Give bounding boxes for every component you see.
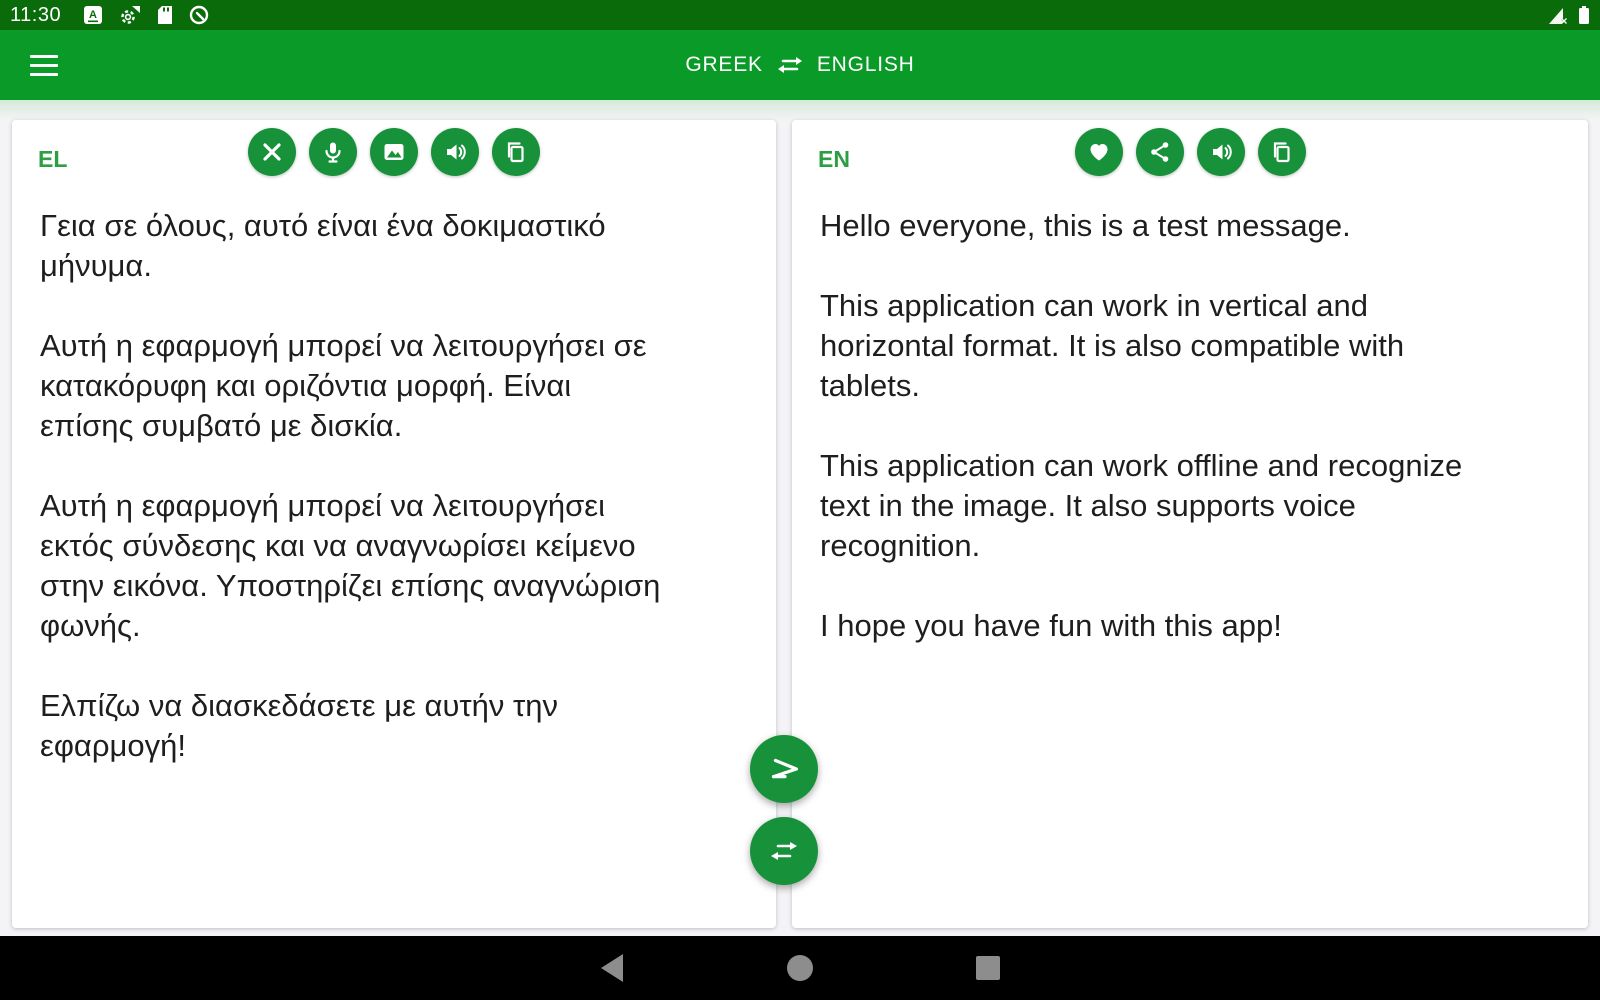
target-language-label[interactable]: ENGLISH [817,53,915,77]
app-bar-shadow [0,100,1600,120]
speaker-button-translation[interactable] [1197,128,1245,176]
copy-button-translation[interactable] [1258,128,1306,176]
source-paragraph: Αυτή η εφαρμογή μπορεί να λειτουργήσει σ… [40,326,750,446]
status-bar-notification-icons: A [83,5,209,25]
swap-panels-icon [769,838,799,864]
translation-paragraph: I hope you have fun with this app! [820,606,1562,646]
battery-icon [1578,5,1590,25]
speaker-button-source[interactable] [431,128,479,176]
recents-button[interactable] [958,944,1018,992]
source-paragraph: Ελπίζω να διασκεδάσετε με αυτήν την εφαρ… [40,686,750,766]
status-bar: 11:30 A [0,0,1600,30]
translate-notification-icon: A [83,5,103,25]
translation-panel-header: EN [792,120,1588,204]
translation-paragraph: This application can work offline and re… [820,446,1562,566]
sd-card-icon [157,5,173,25]
app-bar: GREEK ENGLISH [0,30,1600,100]
image-ocr-button[interactable] [370,128,418,176]
home-button[interactable] [770,944,830,992]
clear-text-button[interactable] [248,128,296,176]
clock: 11:30 [10,4,61,27]
signal-off-icon [1548,5,1570,25]
source-text-panel[interactable]: EL Γεια σε όλους, αυτό είναι ένα δοκιμασ… [12,120,776,928]
swap-panels-button[interactable] [750,817,818,885]
android-navigation-bar [0,936,1600,1000]
send-icon [765,750,803,788]
source-language-label[interactable]: GREEK [685,53,763,77]
back-button[interactable] [582,944,642,992]
source-panel-header: EL [12,120,776,204]
svg-text:A: A [89,9,97,21]
source-text-area[interactable]: Γεια σε όλους, αυτό είναι ένα δοκιμαστικ… [12,204,776,766]
translation-text-panel[interactable]: EN Hello everyone, this is a test messag… [792,120,1588,928]
share-button[interactable] [1136,128,1184,176]
swap-languages-icon[interactable] [777,54,803,76]
translation-paragraph: Hello everyone, this is a test message. [820,206,1562,246]
home-icon [787,955,813,981]
translation-panel-toolbar [792,128,1588,176]
status-bar-system-icons [1548,5,1590,25]
recents-icon [976,956,1000,980]
translation-text-area: Hello everyone, this is a test message. … [792,204,1588,646]
back-icon [601,954,623,982]
translate-send-button[interactable] [750,735,818,803]
source-paragraph: Αυτή η εφαρμογή μπορεί να λειτουργήσει ε… [40,486,750,646]
gear-wifi-icon [119,5,141,25]
microphone-button[interactable] [309,128,357,176]
data-saver-icon [189,5,209,25]
language-pair-title[interactable]: GREEK ENGLISH [0,53,1600,77]
favorite-button[interactable] [1075,128,1123,176]
copy-button-source[interactable] [492,128,540,176]
source-panel-toolbar [12,128,776,176]
source-paragraph: Γεια σε όλους, αυτό είναι ένα δοκιμαστικ… [40,206,750,286]
translation-paragraph: This application can work in vertical an… [820,286,1562,406]
